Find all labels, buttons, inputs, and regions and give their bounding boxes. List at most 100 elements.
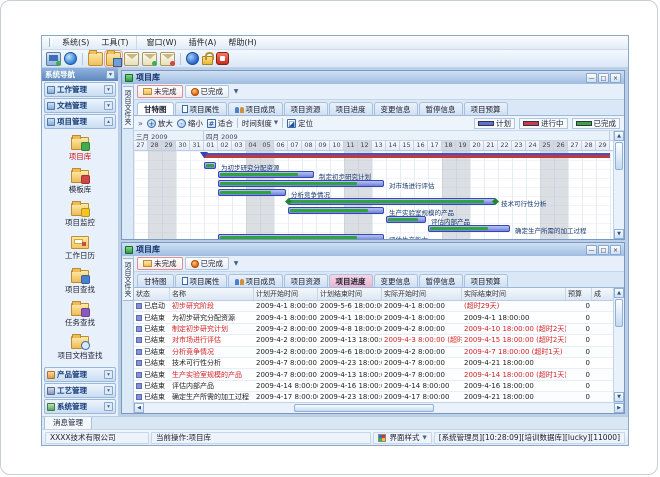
table-row[interactable]: 已结束分析竞争情况2009-4-2 8:00:002009-4-6 18:00:… xyxy=(134,347,613,358)
mail-del-icon[interactable] xyxy=(160,52,175,66)
vscroll-track[interactable] xyxy=(614,328,624,392)
scroll-up-icon[interactable]: ▲ xyxy=(614,131,624,141)
column-header-0[interactable]: 状态 xyxy=(134,288,170,300)
gantt-task-bar[interactable] xyxy=(218,171,314,178)
chevron-down-icon[interactable]: ▾ xyxy=(104,386,113,395)
view-tab-finished[interactable]: 已完成 xyxy=(185,85,230,98)
tab-project-progress[interactable]: 项目进度 xyxy=(329,102,373,115)
chevron-double-icon[interactable]: » xyxy=(138,119,143,128)
chevron-down-icon[interactable]: ▾ xyxy=(104,85,113,94)
chevron-down-icon[interactable]: ▼ xyxy=(231,86,241,97)
tab-project-resources[interactable]: 项目资源 xyxy=(284,102,328,115)
maximize-button[interactable]: □ xyxy=(598,73,609,83)
table-row[interactable]: 已结束生产实验室规模的产品2009-4-7 8:00:002009-4-13 1… xyxy=(134,369,613,380)
view-tab-finished[interactable]: 已完成 xyxy=(185,257,230,270)
gantt-task-bar[interactable] xyxy=(428,225,510,232)
chevron-down-icon[interactable]: ▾ xyxy=(104,402,113,411)
view-tab-unfinished[interactable]: 未完成 xyxy=(137,85,183,98)
tab-project-members[interactable]: 项目成员 xyxy=(228,274,283,287)
folder-open-icon[interactable] xyxy=(106,52,121,66)
table-row[interactable]: 已启动初步研究阶段2009-4-1 8:00:002009-5-6 18:00:… xyxy=(134,301,613,312)
column-header-7[interactable]: 成 xyxy=(592,288,613,300)
sidebar-section-work[interactable]: 工作管理▾ xyxy=(44,82,116,97)
tab-project-attrs[interactable]: 项目属性 xyxy=(175,102,227,115)
column-header-5[interactable]: 实际结束时间 xyxy=(462,288,566,300)
menu-window[interactable]: 窗口(W) xyxy=(140,36,182,49)
tab-project-budget[interactable]: 项目预算 xyxy=(464,102,508,115)
table-vscrollbar[interactable]: ▲▼ xyxy=(613,288,624,402)
gantt-summary-bar[interactable] xyxy=(204,153,610,158)
tab-project-members[interactable]: 项目成员 xyxy=(228,102,283,115)
gantt-task-bar[interactable] xyxy=(288,207,384,214)
sidebar-item-work-calendar[interactable]: 工作日历 xyxy=(42,233,118,261)
chevron-down-icon[interactable]: ▾ xyxy=(104,101,113,110)
minimize-button[interactable]: — xyxy=(586,73,597,83)
sidebar-item-project-monitor[interactable]: 项目监控 xyxy=(42,200,118,228)
table-row[interactable]: 已结束对市场进行评估2009-4-2 8:00:002009-4-13 18:0… xyxy=(134,335,613,346)
table-row[interactable]: 已结束技术可行性分析2009-4-7 8:00:002009-4-23 18:0… xyxy=(134,358,613,369)
table-row[interactable]: 已结束确定生产所需的加工过程2009-4-17 8:00:002009-4-23… xyxy=(134,392,613,402)
lock-icon[interactable] xyxy=(202,56,213,65)
menu-system[interactable]: 系统(S) xyxy=(56,36,95,49)
style-dropdown[interactable]: 界面样式 ▼ xyxy=(373,432,431,444)
gantt-task-bar[interactable] xyxy=(288,198,496,205)
sidebar-item-project-lib[interactable]: 项目库 xyxy=(42,134,118,162)
tab-project-resources[interactable]: 项目资源 xyxy=(284,274,328,287)
sidebar-item-project-doc-search[interactable]: 项目文档查找 xyxy=(42,333,118,361)
table-row[interactable]: 已结束制定初步研究计划2009-4-2 8:00:002009-4-8 18:0… xyxy=(134,324,613,335)
zoom-in-button[interactable]: +放大 xyxy=(147,118,173,129)
hscroll-track[interactable] xyxy=(144,403,614,413)
table-hscrollbar[interactable]: ◀ ▶ xyxy=(134,402,624,413)
menu-tools[interactable]: 工具(T) xyxy=(95,36,137,49)
scroll-down-icon[interactable]: ▼ xyxy=(614,229,624,239)
scroll-up-icon[interactable]: ▲ xyxy=(614,288,624,298)
sidebar-item-task-search[interactable]: 任务查找 xyxy=(42,300,118,328)
vscroll-track[interactable] xyxy=(614,171,624,229)
hscroll-thumb[interactable] xyxy=(294,404,434,412)
side-tab-project-folder[interactable]: 项目文件夹 xyxy=(123,86,134,129)
column-header-2[interactable]: 计划开始时间 xyxy=(254,288,318,300)
tab-project-progress[interactable]: 项目进度 xyxy=(329,274,373,287)
monitor-icon[interactable] xyxy=(46,52,61,66)
sidebar-section-systemmgmt[interactable]: 系统管理▾ xyxy=(44,399,116,414)
zoom-out-button[interactable]: -缩小 xyxy=(177,118,203,129)
folder-icon[interactable] xyxy=(88,52,103,66)
locate-button[interactable]: ◪定位 xyxy=(287,118,313,129)
table-row[interactable]: 已结束为初步研究分配资源2009-4-1 8:00:002009-4-1 18:… xyxy=(134,312,613,323)
tab-change-info[interactable]: 变更信息 xyxy=(374,102,418,115)
side-tab-project-folder[interactable]: 项目文件夹 xyxy=(123,258,134,301)
menu-help[interactable]: 帮助(H) xyxy=(222,36,262,49)
timescale-button[interactable]: 时间刻度▼ xyxy=(242,118,278,129)
gantt-vscrollbar[interactable]: ▲▼ xyxy=(613,131,624,239)
help-icon[interactable] xyxy=(186,52,199,65)
vscroll-thumb[interactable] xyxy=(615,299,623,327)
scroll-down-icon[interactable]: ▼ xyxy=(614,392,624,402)
mail-check-icon[interactable] xyxy=(142,52,157,66)
menu-plugins[interactable]: 插件(A) xyxy=(183,36,223,49)
tab-pause-info[interactable]: 暂停信息 xyxy=(419,102,463,115)
sidebar-section-craft[interactable]: 工艺管理▾ xyxy=(44,383,116,398)
sidebar-section-docs[interactable]: 文档管理▾ xyxy=(44,98,116,113)
pin-icon[interactable]: ▾ xyxy=(106,70,115,79)
gantt-task-bar[interactable] xyxy=(386,216,426,223)
sidebar-section-product[interactable]: 产品管理▾ xyxy=(44,367,116,382)
sidebar-section-project[interactable]: 项目管理▴ xyxy=(44,114,116,129)
table-row[interactable]: 已结束评估内部产品2009-4-14 8:00:002009-4-16 18:0… xyxy=(134,381,613,392)
mail-new-icon[interactable] xyxy=(124,52,139,66)
close-button[interactable]: × xyxy=(610,245,621,255)
column-header-6[interactable]: 预算 xyxy=(566,288,592,300)
column-header-4[interactable]: 实际开始时间 xyxy=(382,288,462,300)
gantt-task-bar[interactable] xyxy=(218,189,286,196)
tab-gantt-chart[interactable]: 甘特图 xyxy=(137,102,174,115)
tab-project-attrs[interactable]: 项目属性 xyxy=(175,274,227,287)
sidebar-item-project-search[interactable]: 项目查找 xyxy=(42,267,118,295)
stop-icon[interactable] xyxy=(216,52,229,65)
chevron-down-icon[interactable]: ▼ xyxy=(231,258,241,269)
view-tab-unfinished[interactable]: 未完成 xyxy=(137,257,183,270)
fit-button[interactable]: #适合 xyxy=(207,118,233,129)
chevron-up-icon[interactable]: ▴ xyxy=(104,117,113,126)
close-button[interactable]: × xyxy=(610,73,621,83)
gantt-task-bar[interactable] xyxy=(218,180,384,187)
column-header-3[interactable]: 计划结束时间 xyxy=(318,288,382,300)
vscroll-thumb[interactable] xyxy=(615,142,623,170)
